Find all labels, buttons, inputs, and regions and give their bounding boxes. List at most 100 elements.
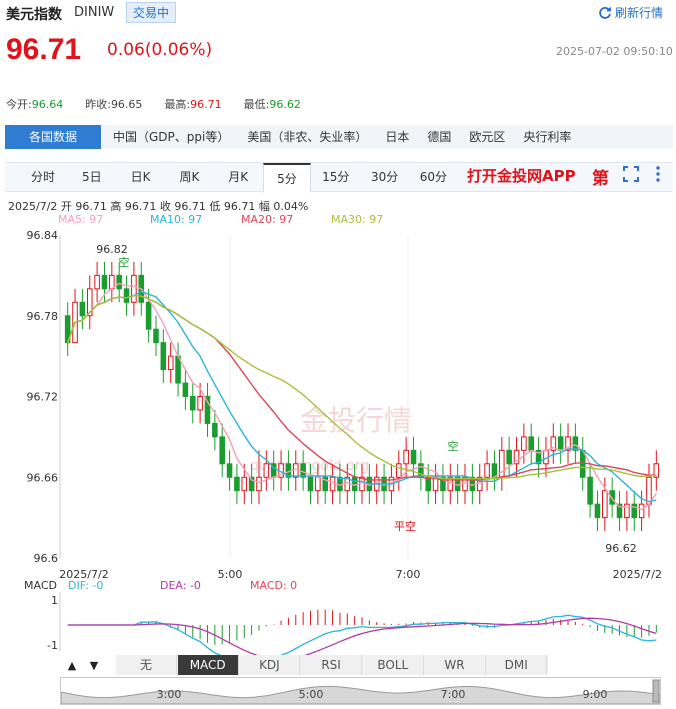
navigator-handle[interactable] (652, 679, 660, 703)
candle (587, 476, 593, 505)
index-title: 美元指数 (6, 7, 62, 23)
candle (167, 355, 174, 371)
macd-legend-item: MACD (24, 579, 57, 592)
candle (638, 503, 645, 519)
candle (145, 301, 152, 330)
candle (226, 463, 233, 478)
more-icon[interactable] (654, 165, 662, 187)
candle (410, 449, 417, 465)
watermark-brand: 金投行情 (300, 404, 412, 437)
stat-label: 今开: (6, 98, 32, 111)
candle (219, 436, 225, 465)
candle (506, 449, 512, 465)
current-price: 96.71 (6, 33, 82, 66)
stat-label: 最低: (243, 98, 270, 111)
category-tab[interactable]: 日本 (377, 125, 417, 149)
indicator-tab[interactable]: BOLL (363, 655, 424, 675)
period-tab[interactable]: 分时 (19, 163, 67, 192)
period-tab[interactable]: 周K (165, 163, 213, 192)
candle (624, 503, 630, 519)
refresh-icon (599, 7, 611, 19)
scroll-down-button[interactable]: ▼ (84, 657, 104, 675)
period-tab[interactable]: 5日 (68, 163, 116, 192)
candle (79, 301, 86, 317)
x-tick-label: 5:00 (218, 568, 243, 581)
quote-stats: 今开:96.64 昨收:96.65 最高:96.71 最低:96.62 (6, 96, 301, 112)
refresh-button[interactable]: 刷新行情 (598, 4, 663, 21)
candle-info-line: 2025/7/2 开 96.71 高 96.71 收 96.71 低 96.71… (8, 200, 309, 213)
indicator-tab[interactable]: MACD (177, 655, 239, 675)
time-navigator[interactable]: 3:00 5:00 7:00 9:00 (60, 677, 662, 705)
y-tick-label: 96.6 (34, 552, 59, 565)
chart-annotation: 96.82 (96, 243, 128, 256)
indicator-tab[interactable]: RSI (301, 655, 363, 675)
macd-legend-item: DIF: -0 (68, 579, 103, 592)
stat-value: 96.65 (110, 98, 143, 111)
candle (646, 476, 652, 505)
category-tab[interactable]: 央行利率 (515, 125, 579, 149)
y-tick-label: 96.84 (27, 229, 59, 242)
indicator-tab[interactable]: DMI (486, 655, 548, 675)
period-tab[interactable]: 5分 (263, 163, 311, 193)
candlestick-chart[interactable]: 96.8496.7896.7296.6696.6金投行情quote.cngold… (0, 225, 676, 655)
indicator-tab[interactable]: 无 (116, 655, 177, 675)
candle (197, 396, 203, 411)
indicator-tab[interactable]: KDJ (239, 655, 301, 675)
trading-status-badge: 交易中 (126, 2, 177, 23)
category-tab[interactable]: 德国 (419, 125, 459, 149)
stat-item: 昨收:96.65 (85, 96, 142, 112)
macd-y-tick: 1 (51, 594, 58, 607)
candle (189, 396, 196, 411)
x-tick-label: 7:00 (396, 568, 421, 581)
ce-icon[interactable]: 第 (592, 164, 609, 189)
chart-annotation: 96.62 (605, 542, 637, 555)
stat-item: 最高:96.71 (164, 96, 221, 112)
category-tab[interactable]: 欧元区 (461, 125, 513, 149)
price-change: 0.06(0.06%) (107, 40, 213, 60)
candle (403, 449, 409, 465)
open-app-link[interactable]: 打开金投网APP (467, 165, 576, 186)
stat-value: 96.64 (31, 98, 64, 111)
fullscreen-icon[interactable] (622, 165, 640, 187)
candle (241, 476, 248, 492)
category-tab[interactable]: 中国（GDP、ppi等） (105, 125, 237, 149)
candle (557, 436, 564, 451)
category-tabs: 各国数据 中国（GDP、ppi等） 美国（非农、失业率） 日本 德国 欧元区 央行利率 (5, 125, 673, 149)
refresh-label: 刷新行情 (615, 6, 664, 20)
candle (484, 463, 490, 478)
candle (234, 476, 240, 492)
scroll-up-button[interactable]: ▲ (62, 657, 82, 675)
index-code: DINIW (74, 5, 115, 20)
period-tab[interactable]: 日K (117, 163, 165, 192)
y-tick-label: 96.72 (27, 391, 59, 404)
category-tab[interactable]: 各国数据 (5, 125, 101, 149)
candle (602, 490, 608, 519)
candle (307, 476, 314, 492)
candle (263, 463, 270, 478)
period-tab[interactable]: 15分 (312, 163, 360, 192)
candle (160, 342, 167, 371)
y-tick-label: 96.66 (27, 471, 59, 484)
category-tab[interactable]: 美国（非农、失业率） (239, 125, 375, 149)
chart-annotation: 空 (119, 255, 130, 269)
navigator-tick: 5:00 (299, 688, 324, 701)
macd-legend-item: DEA: -0 (160, 579, 201, 592)
candle (123, 288, 130, 303)
stat-value: 96.62 (269, 98, 301, 111)
period-tab[interactable]: 月K (214, 163, 262, 192)
candle (212, 422, 218, 438)
candle (396, 463, 402, 478)
candle (521, 436, 527, 451)
period-tab[interactable]: 30分 (361, 163, 409, 192)
period-tab[interactable]: 60分 (409, 163, 457, 192)
candle (631, 503, 638, 519)
candle (94, 274, 100, 290)
navigator-area (60, 685, 662, 705)
chart-annotation: 平空 (394, 519, 416, 533)
candle (256, 476, 262, 492)
candle (182, 382, 189, 398)
indicator-tab[interactable]: WR (425, 655, 486, 675)
stat-item: 今开:96.64 (6, 96, 63, 112)
chart-annotation: 空 (448, 439, 459, 453)
quote-timestamp: 2025-07-02 09:50:10 (556, 45, 673, 58)
